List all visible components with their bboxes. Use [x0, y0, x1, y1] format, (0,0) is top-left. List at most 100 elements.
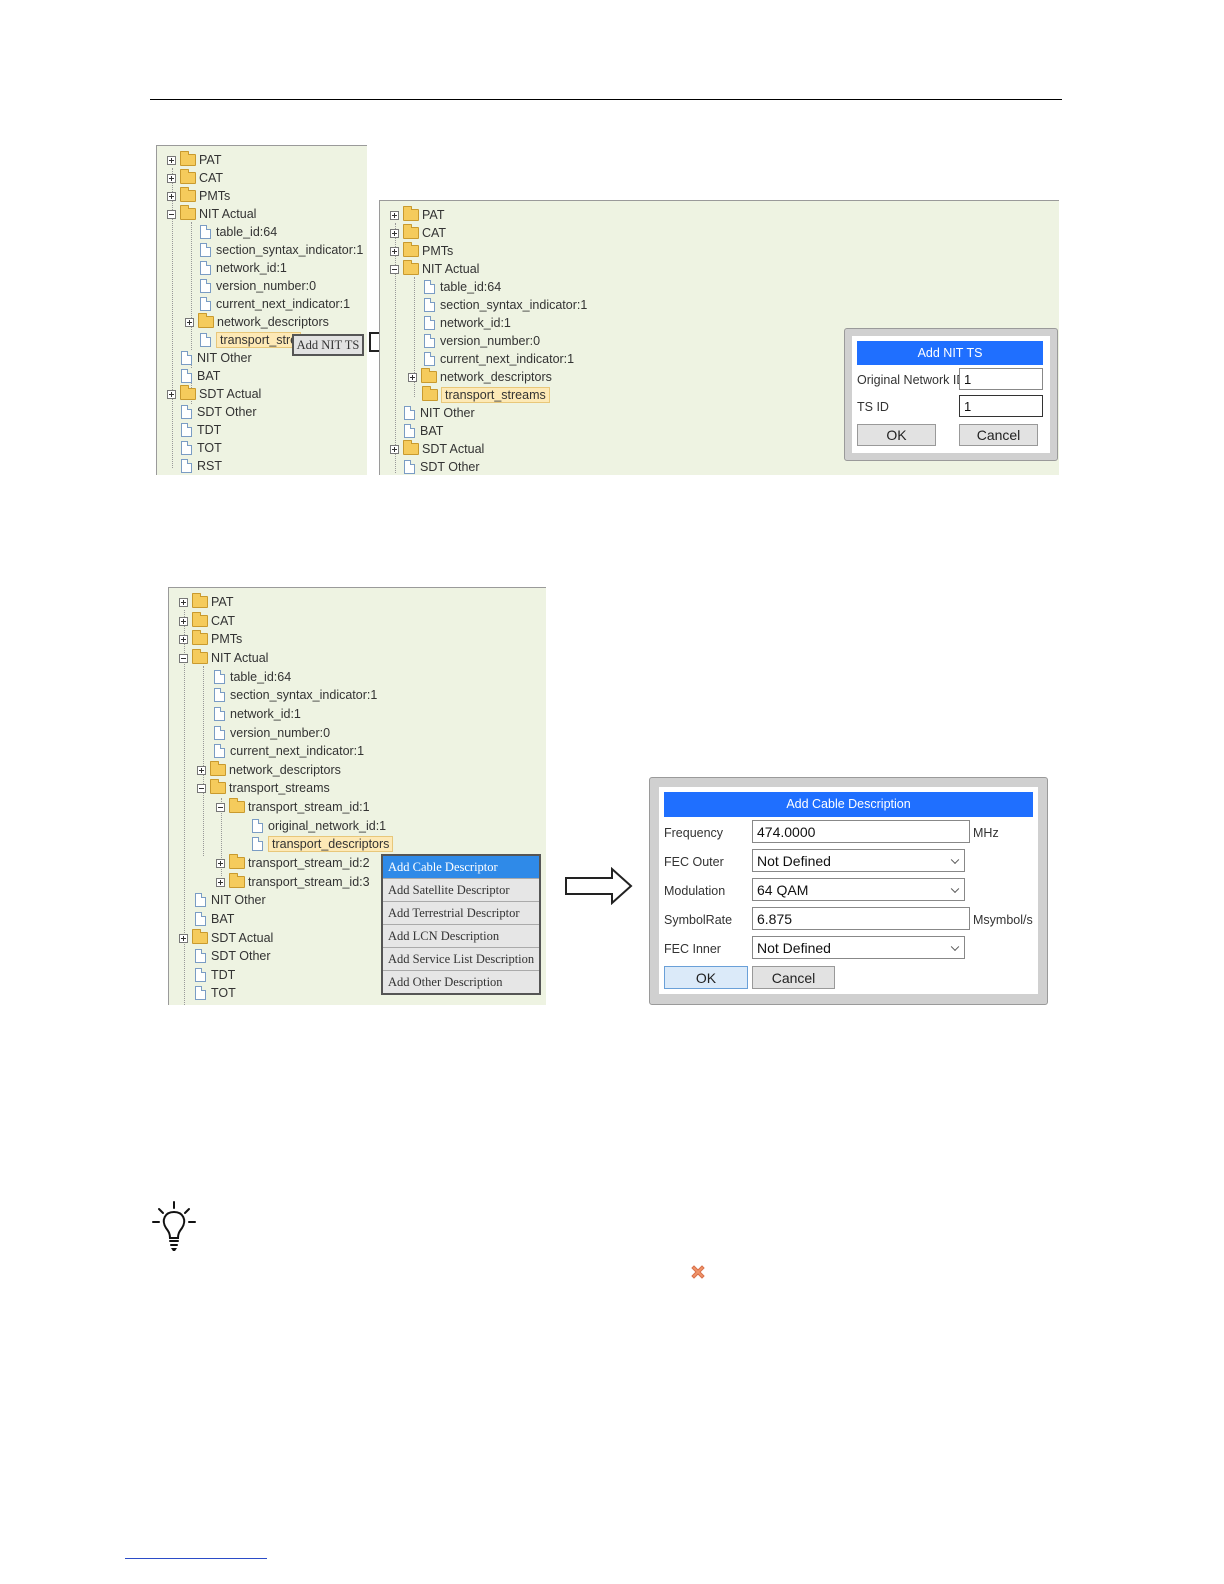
tree-node-transport-streams[interactable]: transport_streams — [422, 386, 550, 404]
tree-node-tdt[interactable]: TDT — [181, 421, 221, 439]
symbolrate-input[interactable]: 6.875 — [752, 907, 970, 930]
expand-icon[interactable] — [197, 765, 206, 775]
tree-node-network-descriptors[interactable]: network_descriptors — [197, 761, 341, 779]
tree-node-pmts[interactable]: PMTs — [167, 187, 230, 205]
tree-node-pmts[interactable]: PMTs — [390, 242, 453, 260]
tree-node-original-network-id[interactable]: original_network_id:1 — [252, 817, 386, 835]
tree-node-nit-actual[interactable]: NIT Actual — [179, 649, 268, 667]
tree-node-sdt-actual[interactable]: SDT Actual — [390, 440, 484, 458]
collapse-icon[interactable] — [179, 653, 188, 663]
tree-node-tot[interactable]: TOT — [181, 439, 222, 457]
context-menu-add-nit-ts[interactable]: Add NIT TS — [292, 334, 364, 356]
ok-button[interactable]: OK — [857, 424, 936, 446]
tree-node-sdt-actual[interactable]: SDT Actual — [167, 385, 261, 403]
tree-node-transport-streams[interactable]: transport_stre — [200, 331, 302, 349]
expand-icon[interactable] — [179, 616, 188, 626]
expand-icon[interactable] — [179, 634, 188, 644]
tree-node-cat[interactable]: CAT — [390, 224, 446, 242]
tree-node-tot[interactable]: TOT — [195, 984, 236, 1002]
document-icon — [404, 406, 415, 420]
tree-node-current-next[interactable]: current_next_indicator:1 — [200, 295, 350, 313]
tree-node-transport-streams[interactable]: transport_streams — [197, 779, 330, 797]
ok-button[interactable]: OK — [664, 966, 748, 989]
tree-node-tdt[interactable]: TDT — [195, 966, 235, 984]
menu-item-add-service-list[interactable]: Add Service List Description — [383, 948, 539, 971]
collapse-icon[interactable] — [216, 802, 225, 812]
frequency-input[interactable]: 474.0000 — [752, 820, 970, 843]
tree-node-version[interactable]: version_number:0 — [424, 332, 540, 350]
tree-node-network-id[interactable]: network_id:1 — [424, 314, 511, 332]
expand-icon[interactable] — [390, 210, 399, 220]
tree-node-network-descriptors[interactable]: network_descriptors — [185, 313, 329, 331]
tree-node-nit-other[interactable]: NIT Other — [404, 404, 475, 422]
tree-node-section-syntax[interactable]: section_syntax_indicator:1 — [200, 241, 363, 259]
folder-open-icon — [192, 649, 208, 664]
expand-icon[interactable] — [390, 444, 399, 454]
collapse-icon[interactable] — [197, 783, 206, 793]
tree-node-bat[interactable]: BAT — [181, 367, 220, 385]
expand-icon[interactable] — [216, 858, 225, 868]
ts-id-input[interactable]: 1 — [959, 395, 1043, 417]
tree-node-version[interactable]: version_number:0 — [214, 724, 330, 742]
tree-node-sdt-actual[interactable]: SDT Actual — [179, 929, 273, 947]
collapse-icon[interactable] — [390, 264, 399, 274]
tree-node-cat[interactable]: CAT — [167, 169, 223, 187]
tree-node-current-next[interactable]: current_next_indicator:1 — [424, 350, 574, 368]
fec-outer-select[interactable]: Not Defined — [752, 849, 965, 872]
menu-item-add-lcn[interactable]: Add LCN Description — [383, 925, 539, 948]
tree-node-transport-descriptors[interactable]: transport_descriptors — [252, 835, 394, 853]
tree-node-nit-actual[interactable]: NIT Actual — [390, 260, 479, 278]
expand-icon[interactable] — [185, 317, 194, 327]
expand-icon[interactable] — [167, 191, 176, 201]
fec-inner-select[interactable]: Not Defined — [752, 936, 965, 959]
tree-node-pmts[interactable]: PMTs — [179, 630, 242, 648]
modulation-label: Modulation — [664, 884, 726, 898]
tree-node-network-id[interactable]: network_id:1 — [200, 259, 287, 277]
expand-icon[interactable] — [167, 389, 176, 399]
node-label: TOT — [197, 441, 222, 455]
tree-node-cat[interactable]: CAT — [179, 612, 235, 630]
collapse-icon[interactable] — [167, 209, 176, 219]
tree-node-network-id[interactable]: network_id:1 — [214, 705, 301, 723]
expand-icon[interactable] — [390, 246, 399, 256]
tree-node-table-id[interactable]: table_id:64 — [214, 668, 291, 686]
original-network-id-input[interactable]: 1 — [959, 368, 1043, 390]
expand-icon[interactable] — [167, 173, 176, 183]
tree-node-nit-other[interactable]: NIT Other — [195, 891, 266, 909]
tree-node-sdt-other[interactable]: SDT Other — [181, 403, 257, 421]
tree-node-network-descriptors[interactable]: network_descriptors — [408, 368, 552, 386]
expand-icon[interactable] — [408, 372, 417, 382]
expand-icon[interactable] — [179, 933, 188, 943]
tree-node-section-syntax[interactable]: section_syntax_indicator:1 — [214, 686, 377, 704]
tree-node-ts-id-3[interactable]: transport_stream_id:3 — [216, 873, 370, 891]
cancel-button[interactable]: Cancel — [959, 424, 1038, 446]
node-label: NIT Other — [420, 406, 475, 420]
tree-node-nit-other[interactable]: NIT Other — [181, 349, 252, 367]
tree-node-table-id[interactable]: table_id:64 — [200, 223, 277, 241]
tree-node-pat[interactable]: PAT — [390, 206, 444, 224]
tree-node-sdt-other[interactable]: SDT Other — [404, 458, 480, 475]
modulation-select[interactable]: 64 QAM — [752, 878, 965, 901]
tree-node-ts-id-2[interactable]: transport_stream_id:2 — [216, 854, 370, 872]
tree-node-current-next[interactable]: current_next_indicator:1 — [214, 742, 364, 760]
menu-item-add-terrestrial[interactable]: Add Terrestrial Descriptor — [383, 902, 539, 925]
tree-node-sdt-other[interactable]: SDT Other — [195, 947, 271, 965]
cancel-button[interactable]: Cancel — [752, 966, 835, 989]
menu-item-add-satellite[interactable]: Add Satellite Descriptor — [383, 879, 539, 902]
tree-node-ts-id-1[interactable]: transport_stream_id:1 — [216, 798, 370, 816]
tree-node-bat[interactable]: BAT — [404, 422, 443, 440]
expand-icon[interactable] — [179, 597, 188, 607]
tree-node-nit-actual[interactable]: NIT Actual — [167, 205, 256, 223]
tree-node-table-id[interactable]: table_id:64 — [424, 278, 501, 296]
tree-node-section-syntax[interactable]: section_syntax_indicator:1 — [424, 296, 587, 314]
tree-node-pat[interactable]: PAT — [179, 593, 233, 611]
tree-node-pat[interactable]: PAT — [167, 151, 221, 169]
expand-icon[interactable] — [167, 155, 176, 165]
tree-node-version[interactable]: version_number:0 — [200, 277, 316, 295]
tree-node-rst[interactable]: RST — [181, 457, 222, 475]
expand-icon[interactable] — [390, 228, 399, 238]
menu-item-add-cable[interactable]: Add Cable Descriptor — [383, 856, 539, 879]
expand-icon[interactable] — [216, 877, 225, 887]
tree-node-bat[interactable]: BAT — [195, 910, 234, 928]
menu-item-add-other[interactable]: Add Other Description — [383, 971, 539, 994]
